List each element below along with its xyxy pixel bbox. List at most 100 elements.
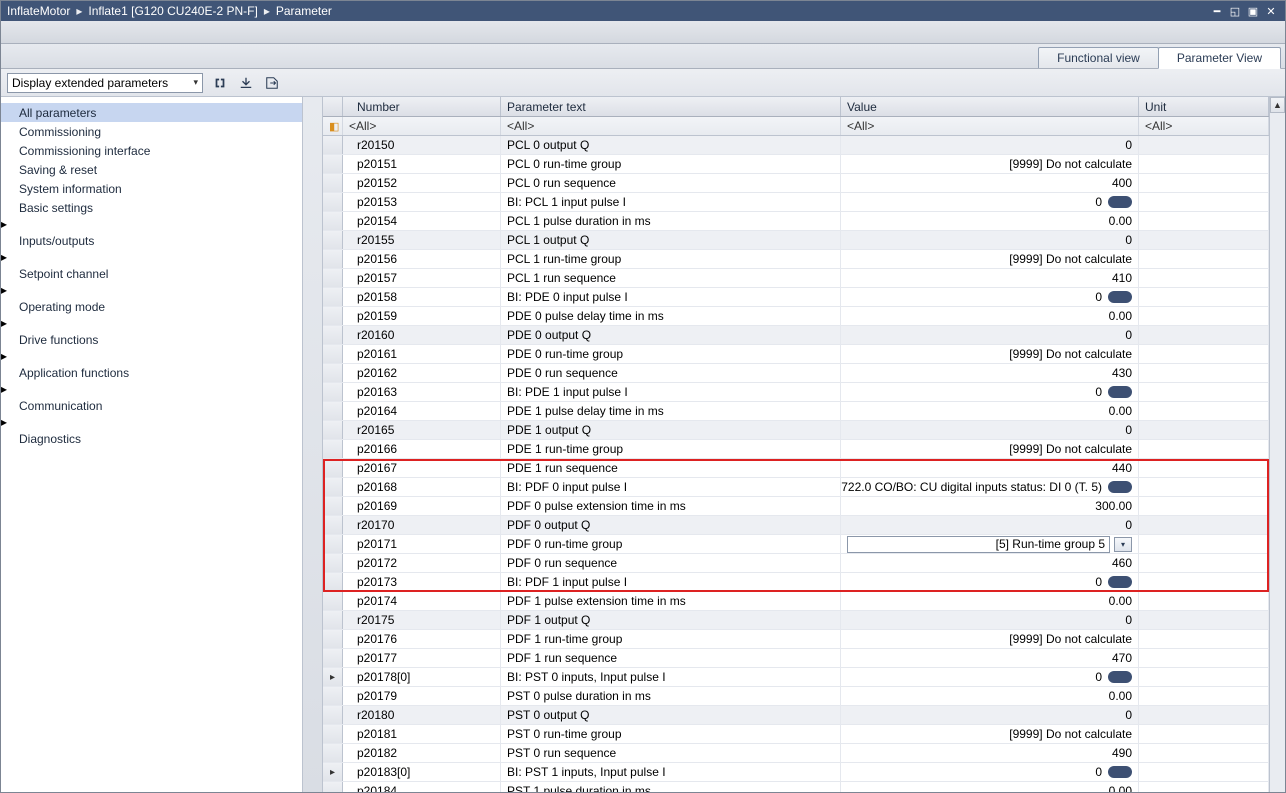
table-row[interactable]: p20161PDE 0 run-time group[9999] Do not … xyxy=(323,345,1269,364)
table-row[interactable]: p20182PST 0 run sequence490 xyxy=(323,744,1269,763)
table-row[interactable]: p20171PDF 0 run-time group[5] Run-time g… xyxy=(323,535,1269,554)
filter-number[interactable]: <All> xyxy=(343,117,501,135)
row-marker[interactable] xyxy=(323,212,343,230)
signal-pill-icon[interactable] xyxy=(1108,386,1132,398)
signal-pill-icon[interactable] xyxy=(1108,196,1132,208)
cell-value[interactable]: 0 xyxy=(841,421,1139,439)
cell-value[interactable]: 0 xyxy=(841,573,1139,591)
table-row[interactable]: r20170PDF 0 output Q0 xyxy=(323,516,1269,535)
nav-item[interactable]: All parameters xyxy=(1,103,302,122)
row-marker[interactable] xyxy=(323,136,343,154)
cell-value[interactable]: 0 xyxy=(841,136,1139,154)
table-row[interactable]: p20173BI: PDF 1 input pulse I0 xyxy=(323,573,1269,592)
row-marker[interactable] xyxy=(323,706,343,724)
cell-value[interactable]: [9999] Do not calculate xyxy=(841,630,1139,648)
table-row[interactable]: p20162PDE 0 run sequence430 xyxy=(323,364,1269,383)
cell-value[interactable]: 0 xyxy=(841,611,1139,629)
table-row[interactable]: p20176PDF 1 run-time group[9999] Do not … xyxy=(323,630,1269,649)
nav-item[interactable]: Basic settings xyxy=(1,198,302,217)
row-marker[interactable] xyxy=(323,592,343,610)
row-marker[interactable] xyxy=(323,744,343,762)
row-marker[interactable] xyxy=(323,307,343,325)
cell-value[interactable]: [5] Run-time group 5▾ xyxy=(841,535,1139,553)
row-marker[interactable] xyxy=(323,478,343,496)
row-marker[interactable] xyxy=(323,402,343,420)
cell-value[interactable]: [9999] Do not calculate xyxy=(841,440,1139,458)
cell-value[interactable]: [9999] Do not calculate xyxy=(841,345,1139,363)
crumb-1[interactable]: Inflate1 [G120 CU240E-2 PN-F] xyxy=(88,4,257,18)
parameter-filter-dropdown[interactable]: Display extended parameters ▾ xyxy=(7,73,203,93)
table-row[interactable]: r20155PCL 1 output Q0 xyxy=(323,231,1269,250)
crumb-2[interactable]: Parameter xyxy=(276,4,332,18)
filter-unit[interactable]: <All> xyxy=(1139,117,1269,135)
table-row[interactable]: r20160PDE 0 output Q0 xyxy=(323,326,1269,345)
cell-value[interactable]: 0 xyxy=(841,706,1139,724)
nav-item[interactable]: Application functions xyxy=(1,363,302,382)
filter-value[interactable]: <All> xyxy=(841,117,1139,135)
row-marker[interactable]: ▸ xyxy=(323,668,343,686)
minimize-button[interactable]: ━ xyxy=(1209,4,1225,18)
restore-button[interactable]: ◱ xyxy=(1227,4,1243,18)
scroll-up-icon[interactable]: ▲ xyxy=(1270,97,1285,113)
row-marker[interactable] xyxy=(323,687,343,705)
table-row[interactable]: r20150PCL 0 output Q0 xyxy=(323,136,1269,155)
cell-value[interactable]: [9999] Do not calculate xyxy=(841,155,1139,173)
cell-value[interactable]: 470 xyxy=(841,649,1139,667)
row-marker[interactable] xyxy=(323,155,343,173)
table-row[interactable]: ▸p20183[0]BI: PST 1 inputs, Input pulse … xyxy=(323,763,1269,782)
filter-funnel-icon[interactable]: ◧ xyxy=(323,117,343,135)
nav-item[interactable]: Drive functions xyxy=(1,330,302,349)
cell-value[interactable]: 440 xyxy=(841,459,1139,477)
table-row[interactable]: p20181PST 0 run-time group[9999] Do not … xyxy=(323,725,1269,744)
cell-value[interactable]: [9999] Do not calculate xyxy=(841,250,1139,268)
cell-value[interactable]: [9999] Do not calculate xyxy=(841,725,1139,743)
table-row[interactable]: p20157PCL 1 run sequence410 xyxy=(323,269,1269,288)
table-row[interactable]: r20165PDE 1 output Q0 xyxy=(323,421,1269,440)
signal-pill-icon[interactable] xyxy=(1108,766,1132,778)
table-row[interactable]: p20168BI: PDF 0 input pulse Ir722.0 CO/B… xyxy=(323,478,1269,497)
row-marker[interactable] xyxy=(323,649,343,667)
nav-item[interactable]: Operating mode xyxy=(1,297,302,316)
cell-value[interactable]: 0 xyxy=(841,193,1139,211)
cell-value[interactable]: 0.00 xyxy=(841,687,1139,705)
row-marker[interactable] xyxy=(323,611,343,629)
table-row[interactable]: p20163BI: PDE 1 input pulse I0 xyxy=(323,383,1269,402)
table-row[interactable]: p20156PCL 1 run-time group[9999] Do not … xyxy=(323,250,1269,269)
cell-value[interactable]: 0.00 xyxy=(841,402,1139,420)
filter-text[interactable]: <All> xyxy=(501,117,841,135)
signal-pill-icon[interactable] xyxy=(1108,291,1132,303)
table-row[interactable]: p20167PDE 1 run sequence440 xyxy=(323,459,1269,478)
cell-value[interactable]: 0 xyxy=(841,668,1139,686)
table-row[interactable]: p20172PDF 0 run sequence460 xyxy=(323,554,1269,573)
row-marker[interactable] xyxy=(323,326,343,344)
cell-value[interactable]: 0.00 xyxy=(841,782,1139,792)
vertical-scrollbar[interactable]: ▲ xyxy=(1269,97,1285,792)
cell-value[interactable]: 0 xyxy=(841,288,1139,306)
table-row[interactable]: p20179PST 0 pulse duration in ms0.00 xyxy=(323,687,1269,706)
cell-value[interactable]: 300.00 xyxy=(841,497,1139,515)
expand-icon[interactable]: ▸ xyxy=(1,382,7,396)
dropdown-button[interactable]: ▾ xyxy=(1114,537,1132,552)
nav-item[interactable]: Diagnostics xyxy=(1,429,302,448)
maximize-button[interactable]: ▣ xyxy=(1245,4,1261,18)
table-row[interactable]: p20166PDE 1 run-time group[9999] Do not … xyxy=(323,440,1269,459)
expand-icon[interactable]: ▸ xyxy=(1,349,7,363)
nav-item[interactable]: System information xyxy=(1,179,302,198)
nav-item[interactable]: Saving & reset xyxy=(1,160,302,179)
table-row[interactable]: p20153BI: PCL 1 input pulse I0 xyxy=(323,193,1269,212)
row-marker[interactable] xyxy=(323,383,343,401)
close-button[interactable]: ✕ xyxy=(1263,4,1279,18)
cell-value[interactable]: 0 xyxy=(841,326,1139,344)
save-icon[interactable] xyxy=(237,74,255,92)
row-marker[interactable] xyxy=(323,364,343,382)
table-row[interactable]: p20164PDE 1 pulse delay time in ms0.00 xyxy=(323,402,1269,421)
table-row[interactable]: p20159PDE 0 pulse delay time in ms0.00 xyxy=(323,307,1269,326)
row-marker[interactable] xyxy=(323,573,343,591)
expand-icon[interactable]: ▸ xyxy=(1,316,7,330)
table-row[interactable]: p20154PCL 1 pulse duration in ms0.00 xyxy=(323,212,1269,231)
signal-pill-icon[interactable] xyxy=(1108,671,1132,683)
row-marker[interactable] xyxy=(323,497,343,515)
tab-functional-view[interactable]: Functional view xyxy=(1038,47,1159,68)
row-marker[interactable] xyxy=(323,269,343,287)
table-row[interactable]: p20184PST 1 pulse duration in ms0.00 xyxy=(323,782,1269,792)
